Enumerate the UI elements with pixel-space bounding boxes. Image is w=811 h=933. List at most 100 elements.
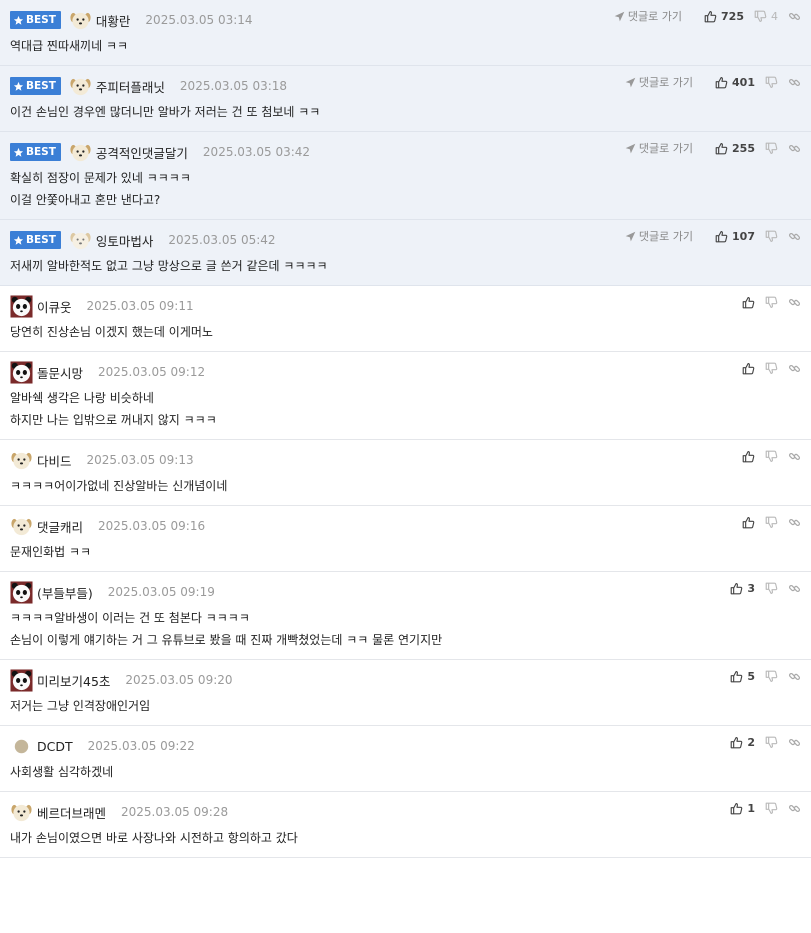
comment-body: 이건 손님인 경우엔 많더니만 알바가 저러는 건 또 첨보네 ㅋㅋ [10,101,801,131]
upvote-button[interactable]: 5 [730,670,755,683]
dog-face-avatar-icon[interactable] [10,449,33,472]
author-nickname[interactable]: 베르더브래멘 [37,803,106,822]
comment-line: 저거는 그냥 인격장애인거임 [10,699,151,713]
comment-header: 베르더브래멘 2025.03.05 09:28 [10,803,801,821]
copy-link-button[interactable] [788,296,801,309]
comment: 다비드 2025.03.05 09:13 ㅋㅋㅋㅋ어이가없네 진상알바는 신개념이네 [0,440,811,506]
comment-line: 알바쉑 생각은 나랑 비슷하네 [10,391,154,405]
send-arrow-icon [614,11,628,22]
downvote-button[interactable] [765,230,778,243]
downvote-button[interactable] [765,736,778,749]
link-icon [788,230,801,243]
copy-link-button[interactable] [788,582,801,595]
downvote-button[interactable] [765,450,778,463]
downvote-button[interactable] [765,670,778,683]
upvote-button[interactable]: 725 [704,10,744,23]
comment-line: 내가 손님이였으면 바로 사장나와 시전하고 항의하고 갔다 [10,831,298,845]
panda-face-avatar-icon[interactable] [10,668,33,692]
thumbs-down-icon [765,76,778,89]
downvote-button[interactable] [765,802,778,815]
dog-face-avatar-icon[interactable] [69,141,92,164]
upvote-button[interactable] [742,362,755,375]
upvote-count: 255 [732,141,755,155]
comment-line: 이걸 안쫓아내고 혼만 낸다고? [10,193,161,207]
link-icon [788,10,801,23]
thumbs-down-icon [765,296,778,309]
dog-face-avatar-icon[interactable] [69,9,92,32]
downvote-button[interactable] [765,142,778,155]
comment-actions: 댓글로 가기 725 4 [614,8,801,24]
upvote-count: 725 [721,9,744,23]
upvote-button[interactable]: 107 [715,230,755,243]
copy-link-button[interactable] [788,362,801,375]
thumbs-down-icon [765,516,778,529]
copy-link-button[interactable] [788,230,801,243]
downvote-button[interactable] [765,76,778,89]
upvote-button[interactable]: 1 [730,802,755,815]
best-comment: BEST 잉토마법사 2025.03.05 05:42 저새끼 알바한적도 없고 그냥… [0,220,811,286]
comment-actions: 3 [720,580,801,596]
upvote-button[interactable] [742,296,755,309]
comment: 미리보기45초 2025.03.05 09:20 저거는 그냥 인격장애인거임 5 [0,660,811,726]
go-to-comment-link[interactable]: 댓글로 가기 [625,74,693,90]
thumbs-down-icon [765,362,778,375]
comment-line: ㅋㅋㅋㅋ어이가없네 진상알바는 신개념이네 [10,479,228,493]
go-to-comment-link[interactable]: 댓글로 가기 [625,140,693,156]
best-comment: BEST 대황란 2025.03.05 03:14 역대급 찐따새끼네 ㅋㅋ 댓글로 가… [0,0,811,66]
author-nickname[interactable]: 대황란 [96,11,131,30]
author-nickname[interactable]: 이큐웃 [37,297,72,316]
dog-face-avatar-icon[interactable] [10,801,33,824]
upvote-button[interactable]: 2 [730,736,755,749]
panda-face-avatar-icon[interactable] [10,360,33,384]
comment: 돌문시망 2025.03.05 09:12 알바쉑 생각은 나랑 비슷하네 하지만 나… [0,352,811,440]
author-nickname[interactable]: 다비드 [37,451,72,470]
upvote-button[interactable] [742,450,755,463]
downvote-button[interactable] [765,362,778,375]
copy-link-button[interactable] [788,10,801,23]
downvote-button[interactable] [765,582,778,595]
author-nickname[interactable]: 미리보기45초 [37,671,110,690]
copy-link-button[interactable] [788,76,801,89]
panda-face-avatar-icon[interactable] [10,294,33,318]
go-to-comment-link[interactable]: 댓글로 가기 [614,8,682,24]
best-badge: BEST [10,77,61,95]
dog-face-avatar-icon[interactable] [69,75,92,98]
dog-face-avatar-icon[interactable] [10,515,33,538]
upvote-button[interactable]: 255 [715,142,755,155]
upvote-button[interactable] [742,516,755,529]
author-nickname[interactable]: 주피터플래닛 [96,77,165,96]
author-nickname[interactable]: (부들부들) [37,583,93,602]
copy-link-button[interactable] [788,736,801,749]
comment-line: 당연히 진상손님 이겠지 했는데 이게머노 [10,325,213,339]
downvote-button[interactable] [765,296,778,309]
author-nickname[interactable]: DCDT [37,739,73,754]
thumbs-up-icon [742,516,755,529]
comment-header: DCDT 2025.03.05 09:22 [10,737,801,755]
copy-link-button[interactable] [788,670,801,683]
comment-line: ㅋㅋㅋㅋ알바생이 이러는 건 또 첨본다 ㅋㅋㅋㅋ [10,611,250,625]
author-nickname[interactable]: 댓글캐리 [37,517,83,536]
author-nickname[interactable]: 잉토마법사 [96,231,154,250]
downvote-button[interactable]: 4 [754,10,778,23]
comment-date: 2025.03.05 03:42 [202,145,311,159]
comment-line: 역대급 찐따새끼네 ㅋㅋ [10,39,129,53]
author-nickname[interactable]: 돌문시망 [37,363,83,382]
downvote-button[interactable] [765,516,778,529]
upvote-button[interactable]: 401 [715,76,755,89]
send-arrow-icon [625,143,639,154]
comment-header: 돌문시망 2025.03.05 09:12 [10,360,801,384]
go-to-comment-link[interactable]: 댓글로 가기 [625,228,693,244]
copy-link-button[interactable] [788,142,801,155]
copy-link-button[interactable] [788,450,801,463]
copy-link-button[interactable] [788,516,801,529]
comment-actions: 1 [720,800,801,816]
author-nickname[interactable]: 공격적인댓글달기 [96,143,188,162]
circle-avatar-icon[interactable] [10,735,33,758]
dog-face-light-avatar-icon[interactable] [69,229,92,252]
panda-face-avatar-icon[interactable] [10,580,33,604]
comment-date: 2025.03.05 09:16 [98,519,206,533]
upvote-button[interactable]: 3 [730,582,755,595]
go-to-comment-label: 댓글로 가기 [638,230,694,243]
copy-link-button[interactable] [788,802,801,815]
upvote-count: 107 [732,229,755,243]
